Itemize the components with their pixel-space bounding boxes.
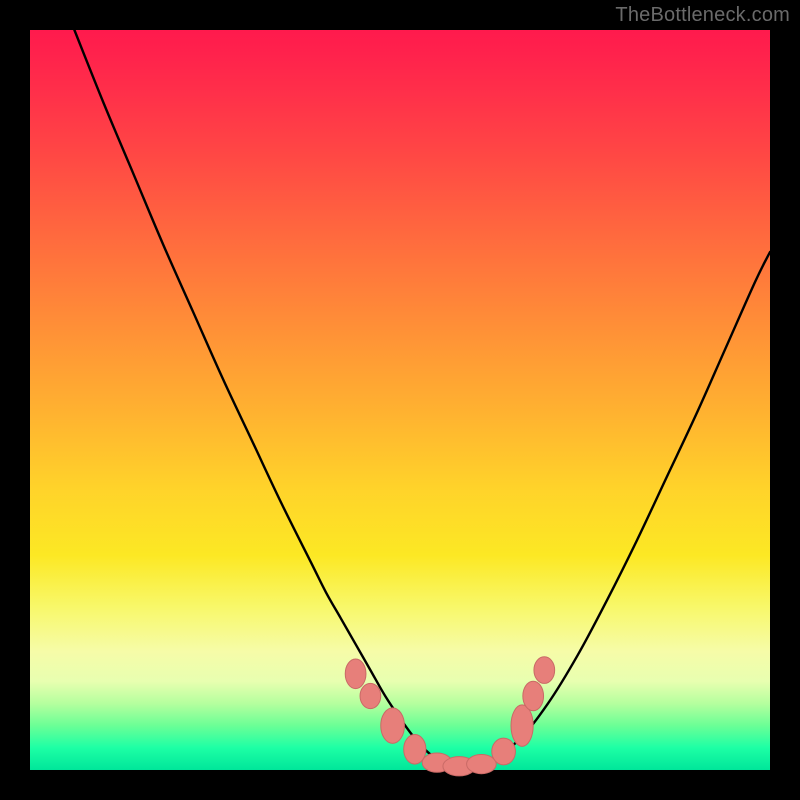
curve-marker: [467, 754, 497, 773]
watermark-text: TheBottleneck.com: [615, 4, 790, 27]
bottleneck-curve: [74, 30, 770, 767]
curve-marker: [345, 659, 366, 689]
curve-marker: [534, 657, 555, 684]
curve-marker: [360, 683, 381, 708]
bottleneck-curve-svg: [30, 30, 770, 770]
curve-marker: [381, 708, 405, 744]
curve-markers: [345, 657, 554, 776]
plot-area: [30, 30, 770, 770]
chart-frame: TheBottleneck.com: [0, 0, 800, 800]
curve-marker: [492, 738, 516, 765]
curve-marker: [523, 681, 544, 711]
curve-marker: [511, 705, 533, 746]
